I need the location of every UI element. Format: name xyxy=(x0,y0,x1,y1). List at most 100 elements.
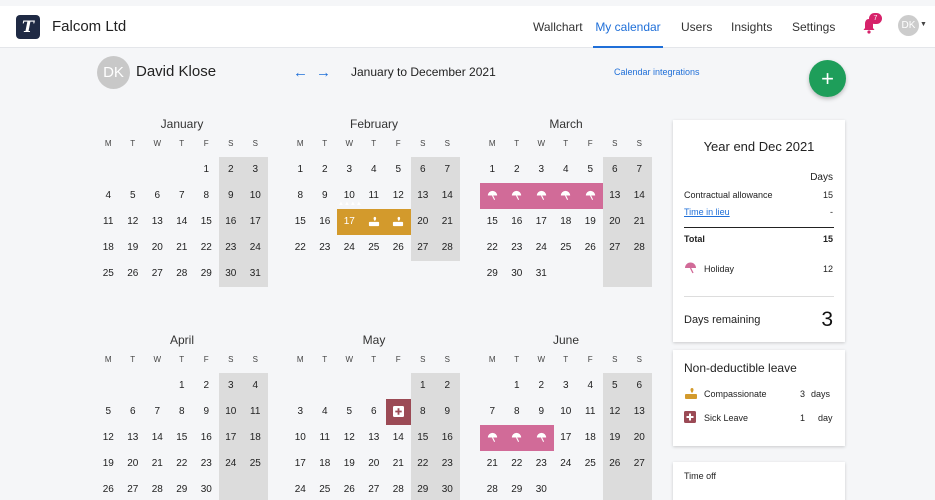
holiday-leave-day[interactable] xyxy=(504,425,529,451)
chevron-down-icon[interactable]: ▼ xyxy=(920,21,927,28)
calendar-day[interactable]: 28 xyxy=(480,477,505,500)
holiday-leave-day[interactable] xyxy=(480,425,505,451)
calendar-day[interactable]: 10 xyxy=(218,399,243,425)
compassionate-leave-day[interactable]: 17 ▲▲▲▲ xyxy=(337,201,362,235)
calendar-day[interactable]: 25 xyxy=(243,451,268,477)
calendar-day[interactable]: 22 xyxy=(410,451,435,477)
calendar-day[interactable]: 10 xyxy=(288,425,313,451)
holiday-leave-day[interactable] xyxy=(529,183,554,209)
calendar-day[interactable]: 4 xyxy=(578,373,603,399)
calendar-day[interactable]: 15 xyxy=(410,425,435,451)
calendar-day[interactable]: 9 xyxy=(194,399,219,425)
calendar-day[interactable]: 27 xyxy=(121,477,146,500)
calendar-day[interactable]: 3 xyxy=(288,399,313,425)
calendar-day[interactable]: 27 xyxy=(145,261,170,287)
calendar-day[interactable]: 28 xyxy=(627,235,652,261)
calendar-day[interactable]: 19 xyxy=(578,209,603,235)
calendar-day[interactable]: 1 xyxy=(170,373,195,399)
calendar-day[interactable]: 27 xyxy=(602,235,627,261)
calendar-day[interactable]: 4 xyxy=(362,157,387,183)
calendar-day[interactable]: 9 xyxy=(218,183,243,209)
calendar-day[interactable]: 18 xyxy=(578,425,603,451)
calendar-day[interactable]: 17 xyxy=(218,425,243,451)
calendar-day[interactable]: 17 xyxy=(243,209,268,235)
calendar-day[interactable]: 6 xyxy=(602,157,627,183)
calendar-day[interactable]: 20 xyxy=(410,209,435,235)
calendar-day[interactable]: 2 xyxy=(313,157,338,183)
calendar-day[interactable]: 9 xyxy=(313,183,338,209)
calendar-day[interactable]: 5 xyxy=(96,399,121,425)
calendar-day[interactable]: 13 xyxy=(145,209,170,235)
holiday-leave-day[interactable] xyxy=(578,183,603,209)
calendar-day[interactable]: 5 xyxy=(578,157,603,183)
calendar-day[interactable]: 26 xyxy=(602,451,627,477)
calendar-day[interactable]: 21 xyxy=(170,235,195,261)
calendar-day[interactable]: 30 xyxy=(505,261,530,287)
calendar-day[interactable]: 14 xyxy=(627,183,652,209)
calendar-day[interactable]: 26 xyxy=(96,477,121,500)
calendar-day[interactable]: 22 xyxy=(194,235,219,261)
calendar-day[interactable]: 13 xyxy=(410,183,435,209)
calendar-day[interactable]: 16 xyxy=(194,425,219,451)
compassionate-leave-day[interactable] xyxy=(361,209,386,235)
calendar-day[interactable]: 26 xyxy=(386,235,411,261)
calendar-day[interactable]: 18 xyxy=(243,425,268,451)
calendar-day[interactable]: 24 xyxy=(529,235,554,261)
calendar-day[interactable]: 6 xyxy=(627,373,652,399)
calendar-day[interactable]: 13 xyxy=(121,425,146,451)
sick-leave-day[interactable] xyxy=(386,399,411,425)
calendar-day[interactable]: 17 xyxy=(529,209,554,235)
calendar-day[interactable]: 3 xyxy=(243,157,268,183)
calendar-day[interactable]: 17 xyxy=(288,451,313,477)
calendar-day[interactable]: 1 xyxy=(194,157,219,183)
calendar-day[interactable]: 30 xyxy=(218,261,243,287)
calendar-day[interactable]: 17 xyxy=(554,425,579,451)
calendar-day[interactable]: 3 xyxy=(337,157,362,183)
calendar-day[interactable]: 29 xyxy=(505,477,530,500)
calendar-day[interactable]: 14 xyxy=(145,425,170,451)
calendar-day[interactable]: 2 xyxy=(505,157,530,183)
calendar-day[interactable]: 28 xyxy=(435,235,460,261)
calendar-day[interactable]: 12 xyxy=(121,209,146,235)
calendar-day[interactable]: 31 xyxy=(243,261,268,287)
calendar-day[interactable]: 22 xyxy=(505,451,530,477)
calendar-day[interactable]: 7 xyxy=(627,157,652,183)
calendar-day[interactable]: 11 xyxy=(243,399,268,425)
holiday-leave-day[interactable] xyxy=(480,183,505,209)
calendar-day[interactable]: 12 xyxy=(96,425,121,451)
calendar-day[interactable]: 28 xyxy=(386,477,411,500)
calendar-day[interactable]: 13 xyxy=(627,399,652,425)
calendar-day[interactable]: 23 xyxy=(313,235,338,261)
calendar-day[interactable]: 3 xyxy=(218,373,243,399)
calendar-day[interactable]: 5 xyxy=(602,373,627,399)
calendar-day[interactable]: 25 xyxy=(313,477,338,500)
previous-arrow-icon[interactable]: ← xyxy=(293,64,308,81)
calendar-day[interactable]: 1 xyxy=(288,157,313,183)
calendar-day[interactable]: 25 xyxy=(578,451,603,477)
user-avatar-menu[interactable]: DK xyxy=(898,15,919,36)
calendar-day[interactable]: 15 xyxy=(288,209,313,235)
calendar-day[interactable]: 29 xyxy=(194,261,219,287)
calendar-day[interactable]: 6 xyxy=(145,183,170,209)
calendar-day[interactable]: 16 xyxy=(218,209,243,235)
calendar-day[interactable]: 13 xyxy=(602,183,627,209)
calendar-day[interactable]: 20 xyxy=(602,209,627,235)
calendar-day[interactable]: 30 xyxy=(194,477,219,500)
nav-users[interactable]: Users xyxy=(681,6,712,48)
holiday-leave-day[interactable] xyxy=(553,183,578,209)
nav-insights[interactable]: Insights xyxy=(731,6,772,48)
calendar-day[interactable]: 29 xyxy=(170,477,195,500)
calendar-day[interactable]: 22 xyxy=(170,451,195,477)
calendar-day[interactable]: 9 xyxy=(435,399,460,425)
calendar-day[interactable]: 11 xyxy=(96,209,121,235)
calendar-day[interactable]: 25 xyxy=(362,235,387,261)
calendar-day[interactable]: 28 xyxy=(170,261,195,287)
calendar-day[interactable]: 28 xyxy=(145,477,170,500)
calendar-day[interactable]: 16 xyxy=(435,425,460,451)
calendar-day[interactable]: 15 xyxy=(480,209,505,235)
calendar-day[interactable]: 8 xyxy=(505,399,530,425)
calendar-day[interactable]: 13 xyxy=(362,425,387,451)
calendar-day[interactable]: 25 xyxy=(554,235,579,261)
calendar-day[interactable]: 6 xyxy=(121,399,146,425)
calendar-day[interactable]: 18 xyxy=(313,451,338,477)
